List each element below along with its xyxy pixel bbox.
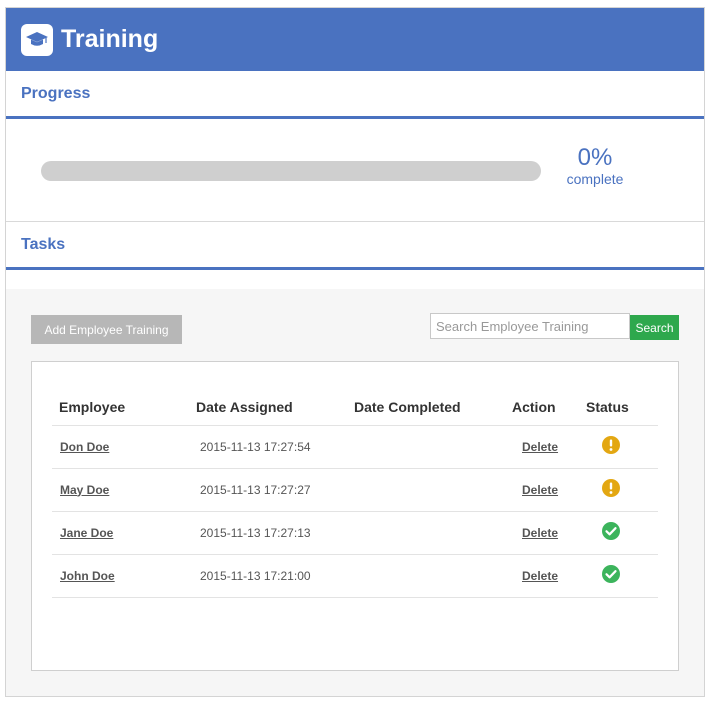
date-assigned-cell: 2015-11-13 17:27:27 [188,468,354,512]
table-row: May Doe 2015-11-13 17:27:27 Delete [52,468,658,512]
column-header-date-completed: Date Completed [354,389,512,426]
delete-link[interactable]: Delete [512,526,558,540]
date-assigned-cell: 2015-11-13 17:21:00 [188,554,354,598]
employee-link[interactable]: Jane Doe [60,526,113,540]
delete-link[interactable]: Delete [512,440,558,454]
employee-cell: Don Doe [52,425,188,469]
warning-icon [601,435,621,458]
search-button[interactable]: Search [630,315,679,340]
action-cell: Delete [512,511,586,555]
tasks-table: Employee Date Assigned Date Completed Ac… [52,389,658,598]
tasks-table-container: Employee Date Assigned Date Completed Ac… [31,361,679,671]
graduation-cap-icon [21,23,53,56]
progress-section-title: Progress [21,84,91,102]
table-row: Jane Doe 2015-11-13 17:27:13 Delete [52,511,658,555]
search-input[interactable] [430,313,630,339]
header-bar: Training [6,8,704,71]
tasks-section-title: Tasks [21,235,66,253]
date-completed-cell [354,425,512,469]
table-row: Don Doe 2015-11-13 17:27:54 Delete [52,425,658,469]
warning-icon [601,478,621,501]
date-completed-cell [354,554,512,598]
employee-cell: John Doe [52,554,188,598]
column-header-action: Action [512,389,586,426]
status-cell [586,468,658,512]
date-assigned-cell: 2015-11-13 17:27:54 [188,425,354,469]
date-completed-cell [354,468,512,512]
date-assigned-cell: 2015-11-13 17:27:13 [188,511,354,555]
table-row: John Doe 2015-11-13 17:21:00 Delete [52,554,658,598]
table-header-row: Employee Date Assigned Date Completed Ac… [52,389,658,426]
employee-cell: Jane Doe [52,511,188,555]
status-cell [586,511,658,555]
progress-label: complete [566,171,624,187]
date-completed-cell [354,511,512,555]
check-icon [601,564,621,587]
add-employee-training-button[interactable]: Add Employee Training [31,315,182,344]
training-panel: Training Progress 0% complete Tasks Add … [5,7,705,697]
action-cell: Delete [512,554,586,598]
employee-link[interactable]: Don Doe [60,440,109,454]
page-title: Training [61,25,159,53]
progress-section-header: Progress [6,71,704,119]
progress-percent: 0% [577,144,613,171]
action-cell: Delete [512,468,586,512]
status-cell [586,425,658,469]
column-header-status: Status [586,389,658,426]
delete-link[interactable]: Delete [512,483,558,497]
progress-bar [41,161,541,181]
column-header-date-assigned: Date Assigned [188,389,354,426]
employee-link[interactable]: May Doe [60,483,109,497]
column-header-employee: Employee [52,389,188,426]
employee-cell: May Doe [52,468,188,512]
tasks-area: Add Employee Training Search Employee Da… [6,289,704,696]
tasks-section-header: Tasks [6,222,704,270]
status-cell [586,554,658,598]
progress-area: 0% complete [6,119,704,222]
delete-link[interactable]: Delete [512,569,558,583]
employee-link[interactable]: John Doe [60,569,115,583]
action-cell: Delete [512,425,586,469]
check-icon [601,521,621,544]
progress-readout: 0% complete [561,144,629,187]
